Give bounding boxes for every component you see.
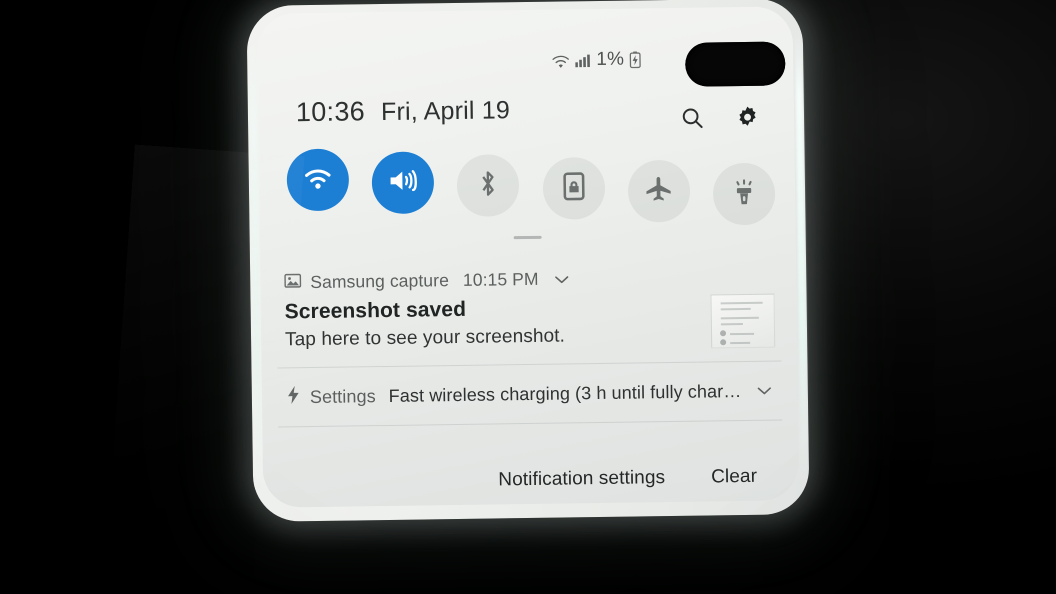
search-icon[interactable] (680, 106, 705, 131)
shade-footer: Notification settings Clear (263, 452, 800, 507)
clear-button[interactable]: Clear (711, 466, 757, 489)
notification-settings-button[interactable]: Notification settings (498, 467, 665, 491)
battery-percent-label: 1% (596, 48, 625, 71)
notification-header: Samsung capture 10:15 PM (284, 266, 774, 294)
bluetooth-icon (475, 168, 501, 203)
screenshot-thumbnail[interactable] (710, 293, 776, 349)
quick-settings-toggles (278, 144, 783, 226)
flashlight-icon (731, 176, 757, 211)
notification-app-name: Settings (309, 385, 376, 407)
airplane-icon (643, 174, 674, 208)
cellular-signal-icon (575, 53, 591, 68)
gear-icon[interactable] (735, 105, 760, 130)
clock-time: 10:36 (295, 96, 366, 128)
notification-title: Screenshot saved (284, 297, 467, 324)
chevron-down-icon[interactable] (555, 274, 570, 284)
photo-background: 1% 10:36 Fri, April 19 Samsung capture 1… (0, 0, 1056, 594)
shade-drag-handle[interactable] (513, 235, 542, 240)
wifi-icon (302, 164, 334, 195)
toggle-sound[interactable] (371, 151, 435, 215)
clock-date: Fri, April 19 (380, 96, 511, 127)
toggle-auto-rotate[interactable] (542, 156, 605, 220)
notification-time: 10:15 PM (462, 268, 539, 290)
battery-charging-icon (629, 50, 641, 68)
notification-app-name: Samsung capture (310, 270, 450, 293)
toggle-wifi[interactable] (286, 148, 350, 212)
notification-screenshot-saved[interactable]: Samsung capture 10:15 PM Screenshot save… (260, 249, 797, 367)
toggle-flashlight[interactable] (712, 162, 776, 226)
notification-summary: Fast wireless charging (3 h until fully … (388, 380, 742, 406)
clock-date-row: 10:36 Fri, April 19 (296, 94, 511, 128)
volume-icon (387, 165, 419, 200)
screen-lock-icon (560, 171, 586, 206)
notification-body: Tap here to see your screenshot. (284, 325, 566, 351)
toggle-airplane-mode[interactable] (627, 159, 691, 223)
chevron-down-icon[interactable] (757, 386, 772, 396)
header-actions (680, 105, 760, 131)
phone-device: 1% 10:36 Fri, April 19 Samsung capture 1… (246, 0, 810, 522)
notification-fast-wireless-charging[interactable]: Settings Fast wireless charging (3 h unt… (261, 361, 798, 426)
camera-cutout (684, 41, 786, 87)
wifi-icon (551, 53, 570, 68)
toggle-bluetooth[interactable] (456, 154, 520, 217)
lightning-bolt-icon (286, 385, 301, 409)
image-icon (284, 272, 302, 293)
